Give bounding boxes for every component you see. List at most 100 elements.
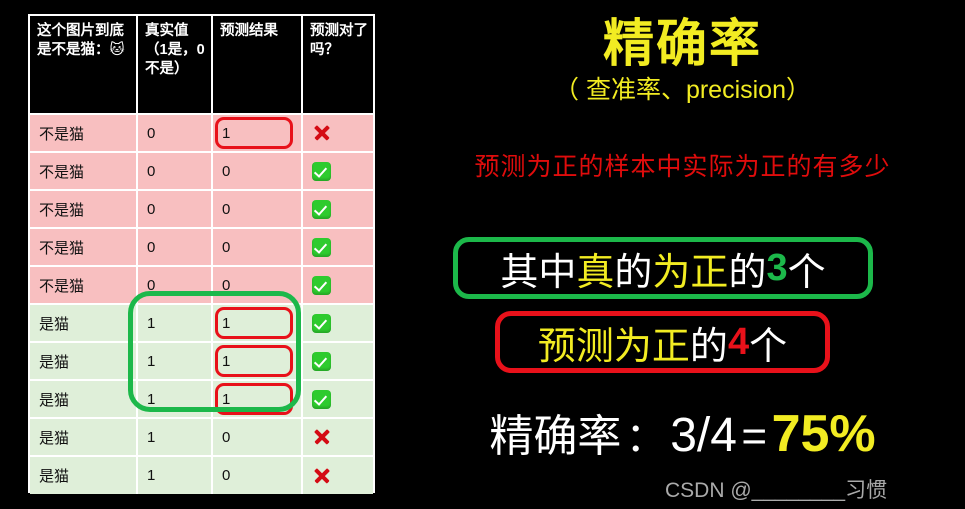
cell-ground-truth: 1 <box>137 418 213 457</box>
table-row: 是猫 1 1 <box>30 304 373 343</box>
cross-icon <box>312 427 332 447</box>
check-icon <box>312 237 331 257</box>
prediction-value: 1 <box>222 390 231 408</box>
header-cell-prediction: 预测结果 <box>212 16 303 115</box>
cell-image-label: 是猫 <box>30 380 138 419</box>
cell-prediction: 0 <box>212 266 303 305</box>
table-row: 不是猫 0 0 <box>30 266 373 305</box>
formula-result: 75% <box>771 405 876 463</box>
cell-correctness <box>302 266 373 305</box>
formula-fraction: 3/4 <box>670 409 737 462</box>
cell-prediction: 0 <box>212 456 303 494</box>
callout-green-part-1: 其中 <box>500 251 577 294</box>
cell-ground-truth: 0 <box>137 152 213 191</box>
cell-ground-truth: 0 <box>137 228 213 267</box>
table-row: 是猫 1 1 <box>30 380 373 419</box>
cell-prediction: 0 <box>212 228 303 267</box>
callout-red-part-1: 预测为正 <box>537 325 690 368</box>
prediction-value: 0 <box>222 162 231 180</box>
precision-formula: 精确率 ： 3/4 = 75% <box>400 408 965 460</box>
cell-correctness <box>302 152 373 191</box>
prediction-table: 这个图片到底是不是猫：🐱 真实值（1是，0不是） 预测结果 预测对了吗？ 不是猫… <box>30 16 373 494</box>
cell-ground-truth: 1 <box>137 456 213 494</box>
check-icon <box>312 199 331 219</box>
slide-canvas: 这个图片到底是不是猫：🐱 真实值（1是，0不是） 预测结果 预测对了吗？ 不是猫… <box>0 0 965 509</box>
table-row: 不是猫 0 0 <box>30 228 373 267</box>
callout-predicted-positive-count: 预测为正 的 4 个 <box>495 311 830 373</box>
callout-green-part-7: 个 <box>787 251 826 294</box>
cell-correctness <box>302 190 373 229</box>
cell-image-label: 不是猫 <box>30 266 138 305</box>
cell-correctness <box>302 228 373 267</box>
page-subtitle: （ 查准率、precision） <box>554 76 811 104</box>
check-icon <box>312 389 331 409</box>
cell-image-label: 是猫 <box>30 418 138 457</box>
csdn-watermark: CSDN @________习惯 <box>665 479 888 502</box>
cell-ground-truth: 0 <box>137 266 213 305</box>
prediction-value: 0 <box>222 276 231 294</box>
cell-correctness <box>302 304 373 343</box>
table-row: 是猫 1 0 <box>30 456 373 494</box>
cell-image-label: 不是猫 <box>30 190 138 229</box>
callout-green-part-3: 的 <box>614 251 653 294</box>
callout-red-part-4: 个 <box>749 325 788 368</box>
prediction-value: 1 <box>222 314 231 332</box>
table-row: 是猫 1 0 <box>30 418 373 457</box>
callout-green-number: 3 <box>766 246 788 289</box>
cell-image-label: 是猫 <box>30 456 138 494</box>
cell-ground-truth: 0 <box>137 190 213 229</box>
explanation-panel: 精确率 （ 查准率、precision） 预测为正的样本中实际为正的有多少 其中… <box>400 0 965 509</box>
cell-prediction: 1 <box>212 114 303 153</box>
cell-image-label: 是猫 <box>30 342 138 381</box>
cross-icon <box>312 123 332 143</box>
formula-equals: = <box>741 412 768 461</box>
check-icon <box>312 161 331 181</box>
header-cell-ground-truth: 真实值（1是，0不是） <box>137 16 213 115</box>
table-row: 不是猫 0 1 <box>30 114 373 153</box>
definition-text: 预测为正的样本中实际为正的有多少 <box>474 153 891 181</box>
callout-true-positive-count: 其中 真 的 为正 的 3 个 <box>453 237 873 299</box>
prediction-value: 1 <box>222 124 231 142</box>
callout-red-part-2: 的 <box>689 325 728 368</box>
table-row: 是猫 1 1 <box>30 342 373 381</box>
prediction-table-panel: 这个图片到底是不是猫：🐱 真实值（1是，0不是） 预测结果 预测对了吗？ 不是猫… <box>28 14 375 494</box>
formula-colon: ： <box>625 416 666 460</box>
cell-image-label: 不是猫 <box>30 114 138 153</box>
formula-label: 精确率 <box>489 412 622 461</box>
check-icon <box>312 313 331 333</box>
cell-correctness <box>302 418 373 457</box>
header-cell-is-correct: 预测对了吗？ <box>302 16 373 115</box>
page-title: 精确率 <box>602 15 762 72</box>
cell-ground-truth: 1 <box>137 380 213 419</box>
cell-ground-truth: 1 <box>137 304 213 343</box>
callout-green-part-2: 真 <box>576 251 615 294</box>
cell-image-label: 不是猫 <box>30 228 138 267</box>
table-row: 不是猫 0 0 <box>30 190 373 229</box>
check-icon <box>312 275 331 295</box>
callout-green-part-4: 为正 <box>652 251 729 294</box>
prediction-value: 1 <box>222 352 231 370</box>
table-body: 不是猫 0 1 不是猫 0 0 不是猫 0 0 不是猫 0 0 不是猫 0 0 是猫 1 1 是猫 1 1 是猫 1 1 是猫 1… <box>30 114 373 494</box>
cell-prediction: 0 <box>212 190 303 229</box>
header-cell-image-is-cat: 这个图片到底是不是猫：🐱 <box>30 16 138 115</box>
cell-prediction: 1 <box>212 380 303 419</box>
cell-image-label: 是猫 <box>30 304 138 343</box>
cell-image-label: 不是猫 <box>30 152 138 191</box>
cell-correctness <box>302 456 373 494</box>
prediction-value: 0 <box>222 200 231 218</box>
cell-correctness <box>302 380 373 419</box>
table-header-row: 这个图片到底是不是猫：🐱 真实值（1是，0不是） 预测结果 预测对了吗？ <box>30 16 373 115</box>
prediction-value: 0 <box>222 467 231 484</box>
table-row: 不是猫 0 0 <box>30 152 373 191</box>
cell-correctness <box>302 114 373 153</box>
check-icon <box>312 351 331 371</box>
cell-prediction: 1 <box>212 342 303 381</box>
cell-correctness <box>302 342 373 381</box>
cell-prediction: 0 <box>212 152 303 191</box>
prediction-value: 0 <box>222 428 231 446</box>
cell-ground-truth: 0 <box>137 114 213 153</box>
callout-green-part-5: 的 <box>728 251 767 294</box>
cell-prediction: 0 <box>212 418 303 457</box>
callout-red-number: 4 <box>727 320 750 363</box>
cell-prediction: 1 <box>212 304 303 343</box>
